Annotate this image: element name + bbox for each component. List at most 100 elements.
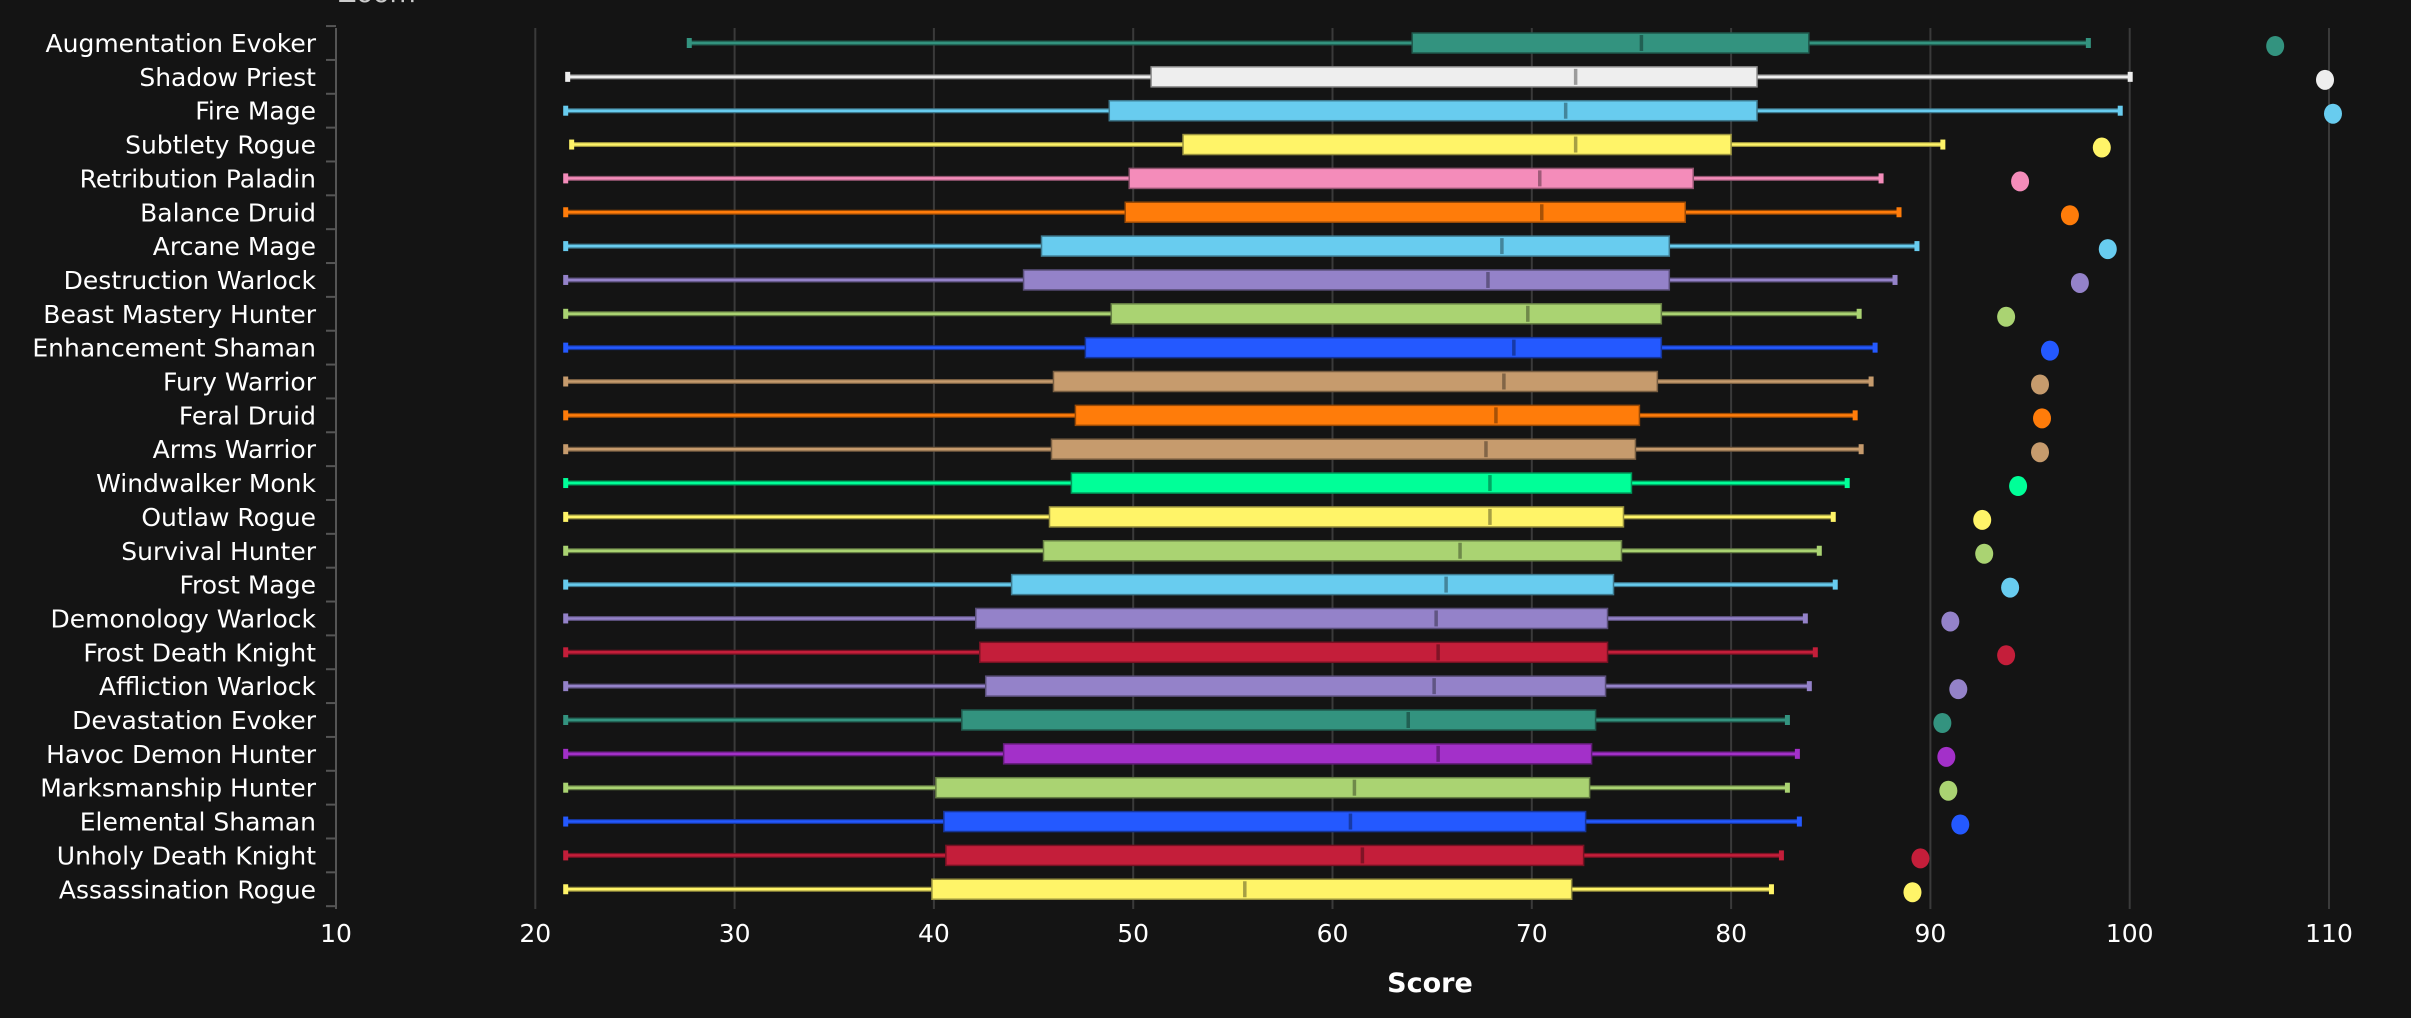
- category-label: Outlaw Rogue: [141, 503, 316, 532]
- max-point-dot: [2031, 374, 2050, 395]
- max-point-dot: [1973, 509, 1992, 530]
- max-point-dot: [1933, 713, 1952, 733]
- whisker-cap-high: [1878, 173, 1884, 184]
- whisker-cap-low: [563, 715, 569, 725]
- x-tick-label: 40: [918, 919, 950, 948]
- category-label: Balance Druid: [140, 198, 316, 227]
- max-point-dot: [2266, 36, 2285, 56]
- whisker-cap-low: [569, 139, 575, 150]
- box-row: Unholy Death Knight: [57, 841, 1930, 870]
- max-point-dot: [2031, 442, 2050, 463]
- whisker-cap-low: [563, 173, 569, 184]
- box-row: Arms Warrior: [153, 435, 2050, 464]
- box-row: Survival Hunter: [121, 537, 1994, 566]
- category-label: Affliction Warlock: [99, 672, 317, 701]
- box-row: Balance Druid: [140, 198, 2079, 227]
- box-row: Marksmanship Hunter: [40, 774, 1958, 803]
- box-row: Shadow Priest: [139, 63, 2335, 92]
- whisker-cap-high: [1796, 816, 1802, 827]
- whisker-cap-low: [563, 816, 569, 827]
- category-label: Demonology Warlock: [51, 604, 317, 633]
- category-label: Elemental Shaman: [80, 808, 316, 837]
- x-tick-label: 90: [1914, 919, 1946, 948]
- boxplot-chart: Zoom 10 20 30 40 50 60 70 80 90 100 110 Augmentati…: [32, 0, 2353, 999]
- box-row: Windwalker Monk: [96, 469, 2028, 498]
- category-label: Arcane Mage: [153, 232, 316, 261]
- whisker-cap-low: [563, 274, 569, 285]
- whisker-cap-high: [1914, 241, 1920, 252]
- whisker-cap-high: [1812, 647, 1818, 658]
- max-point-dot: [1903, 882, 1922, 903]
- iqr-box: [1182, 133, 1732, 156]
- iqr-box: [1124, 201, 1687, 223]
- category-label: Frost Death Knight: [83, 638, 316, 667]
- iqr-box: [935, 776, 1591, 799]
- zoom-label[interactable]: Zoom: [338, 0, 416, 9]
- category-label: Unholy Death Knight: [57, 841, 316, 870]
- box-row: Arcane Mage: [153, 232, 2117, 261]
- x-tick-label: 100: [2106, 919, 2154, 948]
- box-row: Frost Death Knight: [83, 638, 2016, 667]
- whisker-cap-high: [1852, 410, 1858, 421]
- whisker-cap-high: [1832, 579, 1838, 590]
- whisker-cap-high: [2117, 105, 2123, 116]
- grid-layer: [534, 28, 2330, 909]
- iqr-box: [1052, 370, 1659, 393]
- category-label: Feral Druid: [179, 401, 316, 430]
- category-label: Shadow Priest: [139, 63, 316, 92]
- max-point-dot: [2323, 103, 2342, 124]
- whisker-cap-high: [1784, 715, 1790, 725]
- max-point-dot: [1997, 645, 2016, 666]
- whisker-cap-low: [563, 342, 569, 353]
- whisker-cap-high: [1816, 545, 1822, 556]
- max-point-dot: [1997, 306, 2016, 327]
- x-tick-label: 60: [1317, 919, 1349, 948]
- max-point-dot: [1949, 679, 1968, 700]
- max-point-dot: [2001, 577, 2020, 598]
- box-row: Elemental Shaman: [80, 808, 1970, 837]
- category-label: Beast Mastery Hunter: [43, 300, 316, 329]
- whisker-cap-low: [563, 545, 569, 556]
- max-point-dot: [1975, 543, 1994, 564]
- x-tick-label: 110: [2305, 919, 2353, 948]
- box-row: Augmentation Evoker: [46, 29, 2285, 58]
- whisker-cap-low: [563, 647, 569, 658]
- whisker-cap-high: [1892, 274, 1898, 285]
- whisker-cap-high: [1856, 308, 1862, 319]
- x-tick-label: 10: [320, 919, 352, 948]
- iqr-box: [961, 709, 1597, 731]
- max-point-dot: [1951, 814, 1970, 835]
- category-label: Windwalker Monk: [96, 469, 316, 498]
- box-row: Devastation Evoker: [72, 706, 1952, 735]
- category-label: Retribution Paladin: [80, 164, 316, 193]
- whisker-cap-high: [1858, 444, 1864, 455]
- x-axis-title: Score: [1387, 968, 1473, 999]
- whisker-cap-high: [1784, 782, 1790, 793]
- whisker-cap-high: [1778, 850, 1784, 861]
- max-point-dot: [2009, 476, 2028, 497]
- iqr-box: [975, 607, 1609, 630]
- category-label: Survival Hunter: [121, 537, 316, 566]
- iqr-box: [931, 878, 1573, 900]
- max-point-dot: [1939, 780, 1958, 801]
- whisker-cap-low: [563, 884, 569, 895]
- box-row: Subtlety Rogue: [125, 131, 2111, 160]
- whisker-cap-low: [563, 782, 569, 793]
- box-row: Retribution Paladin: [80, 164, 2030, 193]
- box-row: Destruction Warlock: [64, 266, 2089, 295]
- whisker-cap-low: [563, 207, 569, 218]
- iqr-box: [1070, 472, 1633, 494]
- whisker-cap-high: [1896, 207, 1902, 218]
- box-row: Frost Mage: [180, 571, 2020, 600]
- max-point-dot: [2316, 69, 2335, 90]
- max-point-dot: [2011, 171, 2030, 192]
- iqr-box: [1110, 303, 1663, 325]
- iqr-box: [945, 844, 1585, 867]
- category-label: Augmentation Evoker: [46, 29, 317, 58]
- box-row: Fire Mage: [195, 97, 2342, 126]
- x-tick-label: 50: [1117, 919, 1149, 948]
- x-tick-label: 20: [519, 919, 551, 948]
- iqr-box: [984, 675, 1607, 697]
- whisker-cap-low: [563, 579, 569, 590]
- category-label: Frost Mage: [180, 571, 317, 600]
